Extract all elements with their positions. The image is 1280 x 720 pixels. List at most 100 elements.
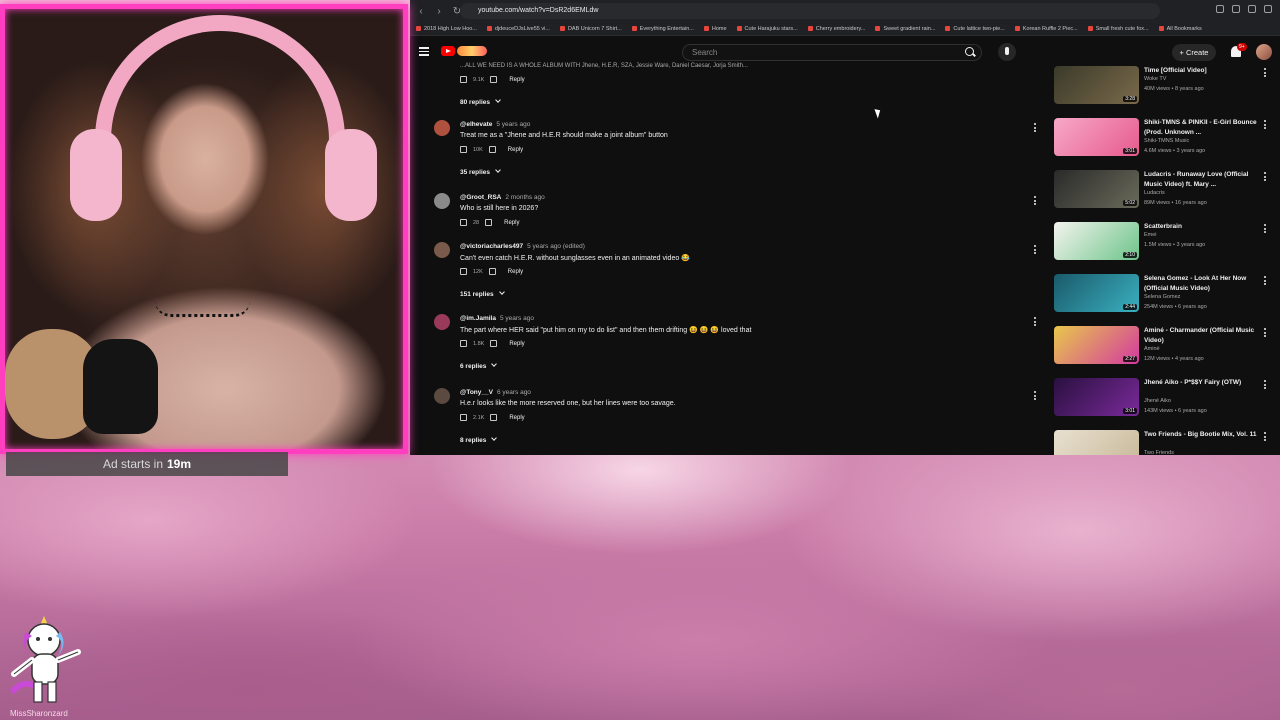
more-options-icon[interactable] — [1264, 328, 1267, 339]
menu-icon[interactable] — [419, 47, 429, 58]
video-thumbnail[interactable] — [1054, 430, 1139, 455]
dislike-icon[interactable] — [490, 76, 498, 83]
recommended-video[interactable]: 5:02 Ludacris - Runaway Love (Official Mu… — [1054, 170, 1280, 222]
video-title[interactable]: Shiki-TMNS & PINKII - E-Girl Bounce (Pro… — [1144, 118, 1262, 138]
more-options-icon[interactable] — [1034, 317, 1037, 328]
reply-button[interactable]: Reply — [509, 77, 524, 83]
video-channel[interactable]: Emei — [1144, 232, 1157, 238]
commenter-avatar[interactable] — [434, 388, 450, 404]
bookmark-item[interactable]: Small fresh cute fox... — [1087, 26, 1149, 32]
commenter-avatar[interactable] — [434, 242, 450, 258]
more-options-icon[interactable] — [1034, 123, 1037, 134]
like-icon[interactable] — [460, 340, 467, 347]
like-icon[interactable] — [460, 219, 467, 226]
video-thumbnail[interactable]: 5:02 — [1054, 170, 1139, 208]
like-icon[interactable] — [460, 414, 467, 421]
video-title[interactable]: Jhené Aiko - P*$$Y Fairy (OTW) — [1144, 378, 1262, 388]
comment-author[interactable]: @victoriacharles497 — [460, 243, 523, 250]
replies-toggle[interactable]: 6 replies — [460, 361, 498, 370]
more-options-icon[interactable] — [1264, 68, 1267, 79]
reply-button[interactable]: Reply — [509, 415, 524, 421]
recommended-video[interactable]: 2:10 Scatterbrain Emei 1.5M views • 3 years… — [1054, 222, 1280, 274]
bookmark-item[interactable]: Everything Entertain... — [631, 26, 694, 32]
youtube-logo[interactable] — [441, 46, 455, 56]
microphone-icon[interactable] — [998, 43, 1016, 61]
more-options-icon[interactable] — [1034, 245, 1037, 256]
recommended-video[interactable]: 2:27 Aminé - Charmander (Official Music V… — [1054, 326, 1280, 378]
comment-time[interactable]: 5 years ago (edited) — [527, 243, 585, 250]
bookmark-item[interactable]: DAB Unicorn 7 Shirt... — [559, 26, 622, 32]
video-channel[interactable]: Jhené Aiko — [1144, 398, 1171, 404]
video-thumbnail[interactable]: 3:01 — [1054, 378, 1139, 416]
more-options-icon[interactable] — [1034, 391, 1037, 402]
profile-icon[interactable] — [1264, 5, 1272, 13]
bookmark-item[interactable]: Home — [703, 26, 727, 32]
video-channel[interactable]: Aminé — [1144, 346, 1160, 352]
recommended-video[interactable]: 3:01 Jhené Aiko - P*$$Y Fairy (OTW) Jhené … — [1054, 378, 1280, 430]
comment-time[interactable]: 5 years ago — [500, 315, 534, 322]
recommended-video[interactable]: 2:44 Selena Gomez - Look At Her Now (Offi… — [1054, 274, 1280, 326]
video-title[interactable]: Scatterbrain — [1144, 222, 1262, 232]
bookmark-item[interactable]: Cute lattice two-pie... — [945, 26, 1005, 32]
reply-button[interactable]: Reply — [509, 341, 524, 347]
comment-author[interactable]: @Groot_RSA — [460, 194, 501, 201]
youtube-doodle[interactable] — [457, 46, 487, 56]
bookmark-item[interactable]: Sweet gradient rain... — [875, 26, 935, 32]
forward-icon[interactable]: › — [432, 6, 446, 17]
comment-author[interactable]: @Tony__V — [460, 389, 493, 396]
video-thumbnail[interactable]: 2:44 — [1054, 274, 1139, 312]
extensions-icon[interactable] — [1248, 5, 1256, 13]
more-options-icon[interactable] — [1264, 172, 1267, 183]
more-options-icon[interactable] — [1264, 380, 1267, 391]
dislike-icon[interactable] — [490, 414, 498, 421]
bookmark-item[interactable]: Cherry embroidery... — [807, 26, 865, 32]
video-title[interactable]: Ludacris - Runaway Love (Official Music … — [1144, 170, 1262, 190]
comment-time[interactable]: 2 months ago — [505, 194, 544, 201]
bookmark-item[interactable]: Cute Harajuku stars... — [736, 26, 798, 32]
dislike-icon[interactable] — [488, 268, 496, 275]
video-title[interactable]: Time [Official Video] — [1144, 66, 1262, 76]
recommended-video[interactable]: Two Friends - Big Bootie Mix, Vol. 11 Two… — [1054, 430, 1280, 455]
video-channel[interactable]: Woke TV — [1144, 76, 1166, 82]
recommended-video[interactable]: 3:01 Shiki-TMNS & PINKII - E-Girl Bounce … — [1054, 118, 1280, 170]
replies-toggle[interactable]: 151 replies — [460, 289, 505, 298]
more-options-icon[interactable] — [1264, 276, 1267, 287]
search-input[interactable]: Search — [682, 44, 982, 61]
bookmark-item[interactable]: djdeuceDJsLive55 vi... — [486, 26, 550, 32]
bookmark-item[interactable]: 2018 High Low Hoo... — [416, 26, 477, 32]
search-icon[interactable] — [965, 47, 975, 57]
address-bar[interactable]: youtube.com/watch?v=DsR2d6EMLdw — [460, 3, 1160, 19]
comment-time[interactable]: 6 years ago — [497, 389, 531, 396]
replies-toggle[interactable]: 80 replies — [460, 97, 501, 106]
replies-toggle[interactable]: 8 replies — [460, 435, 498, 444]
dislike-icon[interactable] — [485, 219, 493, 226]
commenter-avatar[interactable] — [434, 193, 450, 209]
more-options-icon[interactable] — [1264, 432, 1267, 443]
video-title[interactable]: Aminé - Charmander (Official Music Video… — [1144, 326, 1262, 346]
video-channel[interactable]: Ludacris — [1144, 190, 1165, 196]
install-icon[interactable] — [1216, 5, 1224, 13]
commenter-avatar[interactable] — [434, 120, 450, 136]
reply-button[interactable]: Reply — [508, 269, 523, 275]
video-title[interactable]: Selena Gomez - Look At Her Now (Official… — [1144, 274, 1262, 294]
video-channel[interactable]: Two Friends — [1144, 450, 1174, 455]
recommended-video[interactable]: 3:28 Time [Official Video] Woke TV 40M view… — [1054, 66, 1280, 118]
more-options-icon[interactable] — [1264, 120, 1267, 131]
video-thumbnail[interactable]: 2:27 — [1054, 326, 1139, 364]
more-options-icon[interactable] — [1264, 224, 1267, 235]
like-icon[interactable] — [460, 76, 467, 83]
reply-button[interactable]: Reply — [504, 220, 519, 226]
create-button[interactable]: + Create — [1172, 44, 1216, 61]
bookmark-star-icon[interactable] — [1232, 5, 1240, 13]
video-title[interactable]: Two Friends - Big Bootie Mix, Vol. 11 — [1144, 430, 1262, 440]
dislike-icon[interactable] — [488, 146, 496, 153]
video-channel[interactable]: Selena Gomez — [1144, 294, 1180, 300]
comment-author[interactable]: @elhevate — [460, 121, 492, 128]
like-icon[interactable] — [460, 146, 467, 153]
comment-time[interactable]: 5 years ago — [496, 121, 530, 128]
video-thumbnail[interactable]: 3:01 — [1054, 118, 1139, 156]
bookmark-item[interactable]: Korean Ruffle 2 Piec... — [1014, 26, 1078, 32]
video-channel[interactable]: Shiki-TMNS Music — [1144, 138, 1189, 144]
dislike-icon[interactable] — [490, 340, 498, 347]
account-avatar[interactable] — [1256, 44, 1272, 60]
